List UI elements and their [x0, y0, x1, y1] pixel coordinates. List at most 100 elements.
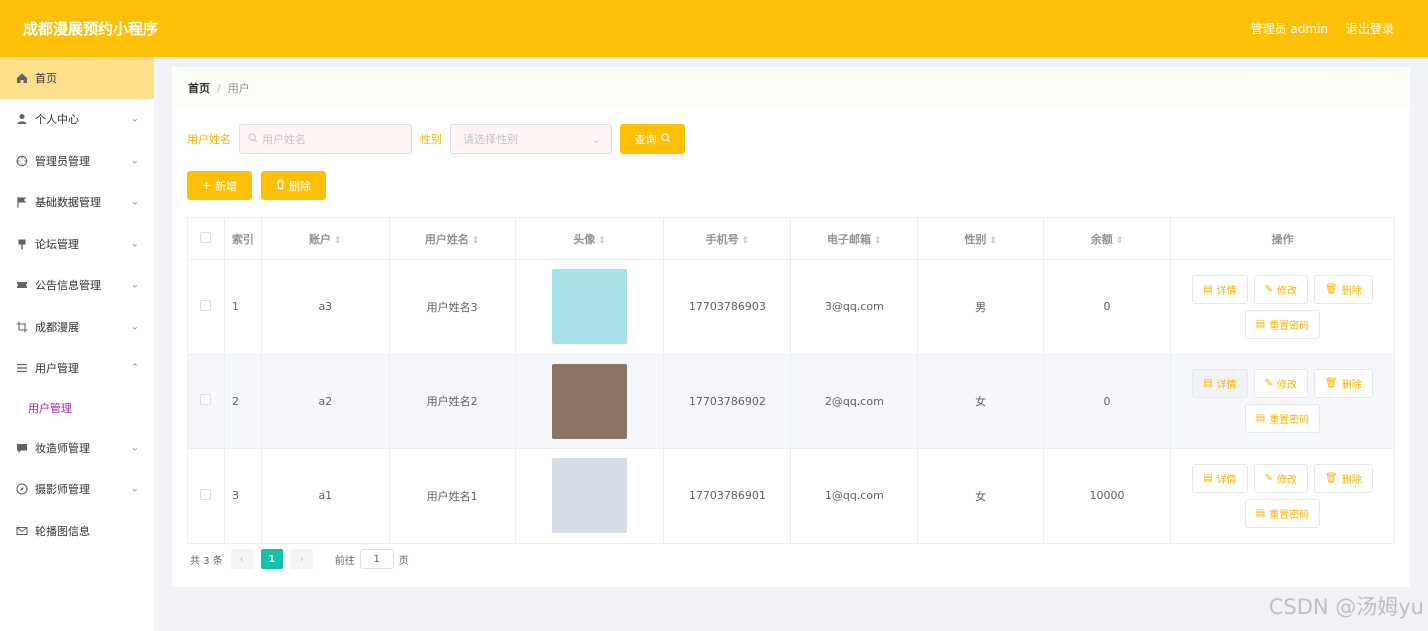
crosshair-icon: [15, 154, 29, 168]
sidebar-item-personal-center[interactable]: 个人中心 ⌄: [0, 99, 154, 141]
sidebar-item-admin-manage[interactable]: 管理员管理 ⌄: [0, 140, 154, 182]
breadcrumb-home[interactable]: 首页: [188, 80, 210, 96]
sidebar-item-label: 基础数据管理: [35, 196, 101, 210]
row-checkbox-cell[interactable]: [187, 353, 225, 449]
sidebar-item-label: 妆造师管理: [35, 441, 90, 455]
sidebar-item-expo[interactable]: 成都漫展 ⌄: [0, 306, 154, 348]
select-all-checkbox[interactable]: [200, 231, 212, 243]
crop-icon: [15, 320, 29, 334]
list-icon: [15, 361, 29, 375]
sidebar-item-forum[interactable]: 论坛管理 ⌄: [0, 223, 154, 265]
prev-page-button[interactable]: ‹: [230, 549, 253, 569]
chevron-up-icon: ⌃: [130, 362, 139, 374]
header-balance[interactable]: 余额 ⇕: [1043, 217, 1171, 260]
action-row: + 新增 删除: [187, 171, 326, 200]
cell-phone: 17703786901: [663, 448, 792, 544]
cell-index: 3: [223, 448, 262, 544]
delete-button[interactable]: 🗑 删除: [1314, 463, 1373, 493]
pencil-icon: ✎: [1264, 283, 1274, 295]
delete-button[interactable]: 🗑 删除: [1314, 274, 1373, 304]
reset-password-button[interactable]: ▤ 重置密码: [1244, 498, 1321, 528]
header-account[interactable]: 账户 ⇕: [260, 217, 390, 260]
chevron-down-icon: ⌄: [130, 279, 139, 291]
table-row: 2 a2 用户姓名2 17703786902 2@qq.com 女 0 ▤ 详情 …: [187, 353, 1396, 449]
avatar[interactable]: [552, 363, 627, 439]
logout-link[interactable]: 退出登录: [1346, 20, 1394, 37]
name-search-input[interactable]: 用户姓名: [239, 124, 412, 154]
header-right: 管理员 admin 退出登录: [1251, 20, 1394, 37]
document-icon: ▤: [1203, 472, 1213, 484]
header-phone[interactable]: 手机号 ⇕: [663, 217, 792, 260]
edit-button[interactable]: ✎ 修改: [1253, 369, 1309, 399]
header-name[interactable]: 用户姓名 ⇕: [388, 217, 516, 260]
name-search-placeholder: 用户姓名: [262, 133, 306, 146]
goto-page-input[interactable]: 1: [359, 549, 394, 569]
edit-button[interactable]: ✎ 修改: [1253, 274, 1309, 304]
query-button[interactable]: 查询: [620, 124, 685, 154]
sort-icon[interactable]: ⇕: [598, 236, 606, 246]
sort-icon[interactable]: ⇕: [472, 236, 480, 246]
header-email[interactable]: 电子邮箱 ⇕: [790, 217, 919, 260]
sort-icon[interactable]: ⇕: [334, 236, 342, 246]
row-checkbox-cell[interactable]: [187, 448, 225, 544]
sidebar-item-carousel[interactable]: 轮播图信息: [0, 510, 154, 552]
cell-phone: 17703786903: [663, 259, 792, 355]
add-button-label: 新增: [215, 179, 238, 193]
chat-icon: [15, 441, 29, 455]
trash-icon: 🗑: [1325, 378, 1338, 390]
detail-button[interactable]: ▤ 详情: [1192, 274, 1248, 304]
cell-ops: ▤ 详情 ✎ 修改 🗑 删除 ▤ 重置密码: [1169, 353, 1396, 449]
cell-avatar: [514, 259, 665, 355]
admin-label: 管理员 admin: [1250, 22, 1328, 36]
gender-select[interactable]: 请选择性别 ⌄: [450, 124, 612, 154]
document-icon: ▤: [1255, 413, 1266, 425]
select-all-cell[interactable]: [187, 217, 225, 260]
total-count: 共 3 条: [190, 555, 223, 567]
sidebar-item-photographer[interactable]: 摄影师管理 ⌄: [0, 469, 154, 511]
header-gender[interactable]: 性别 ⇕: [917, 217, 1045, 260]
chevron-down-icon: ⌄: [130, 483, 139, 495]
cell-account: a1: [260, 448, 390, 544]
reset-password-button[interactable]: ▤ 重置密码: [1244, 404, 1321, 434]
reset-password-button[interactable]: ▤ 重置密码: [1244, 309, 1321, 339]
chevron-down-icon: ⌄: [130, 442, 139, 454]
sidebar-item-makeup-artist[interactable]: 妆造师管理 ⌄: [0, 427, 154, 469]
sidebar-item-user-manage[interactable]: 用户管理 ⌃: [0, 348, 154, 390]
detail-button[interactable]: ▤ 详情: [1192, 463, 1248, 493]
sidebar-item-notice[interactable]: 公告信息管理 ⌄: [0, 265, 154, 307]
sort-icon[interactable]: ⇕: [874, 236, 882, 246]
sort-icon[interactable]: ⇕: [742, 236, 750, 246]
cell-gender: 男: [917, 259, 1045, 355]
header-avatar[interactable]: 头像 ⇕: [514, 217, 665, 260]
row-checkbox[interactable]: [200, 299, 212, 311]
chevron-down-icon: ⌄: [130, 155, 139, 167]
next-page-button[interactable]: ›: [290, 549, 313, 569]
cell-email: 3@qq.com: [790, 259, 919, 355]
trash-icon: [276, 179, 285, 192]
document-icon: ▤: [1255, 318, 1266, 330]
document-icon: ▤: [1255, 507, 1266, 519]
add-button[interactable]: + 新增: [187, 171, 252, 200]
row-checkbox[interactable]: [200, 394, 212, 406]
cell-name: 用户姓名3: [388, 259, 516, 355]
row-checkbox-cell[interactable]: [187, 259, 225, 355]
avatar[interactable]: [552, 458, 627, 534]
edit-button[interactable]: ✎ 修改: [1253, 463, 1309, 493]
breadcrumb: 首页 / 用户: [172, 67, 1410, 109]
delete-button[interactable]: 🗑 删除: [1314, 369, 1373, 399]
sidebar-item-home[interactable]: 首页: [0, 57, 154, 99]
header-ops: 操作: [1169, 217, 1396, 260]
sidebar-item-label: 成都漫展: [35, 320, 79, 334]
submenu-item-user-manage[interactable]: 用户管理: [0, 389, 154, 427]
table-row: 1 a3 用户姓名3 17703786903 3@qq.com 男 0 ▤ 详情 …: [187, 259, 1396, 355]
sort-icon[interactable]: ⇕: [989, 236, 997, 246]
sidebar-item-basic-data[interactable]: 基础数据管理 ⌄: [0, 182, 154, 224]
detail-button[interactable]: ▤ 详情: [1192, 369, 1248, 399]
avatar[interactable]: [552, 269, 627, 345]
sidebar-item-label: 首页: [35, 71, 57, 85]
page-number-current[interactable]: 1: [260, 549, 283, 569]
sort-icon[interactable]: ⇕: [1116, 236, 1124, 246]
batch-delete-button[interactable]: 删除: [261, 171, 326, 200]
row-checkbox[interactable]: [200, 488, 212, 500]
sidebar-item-label: 个人中心: [35, 113, 79, 127]
